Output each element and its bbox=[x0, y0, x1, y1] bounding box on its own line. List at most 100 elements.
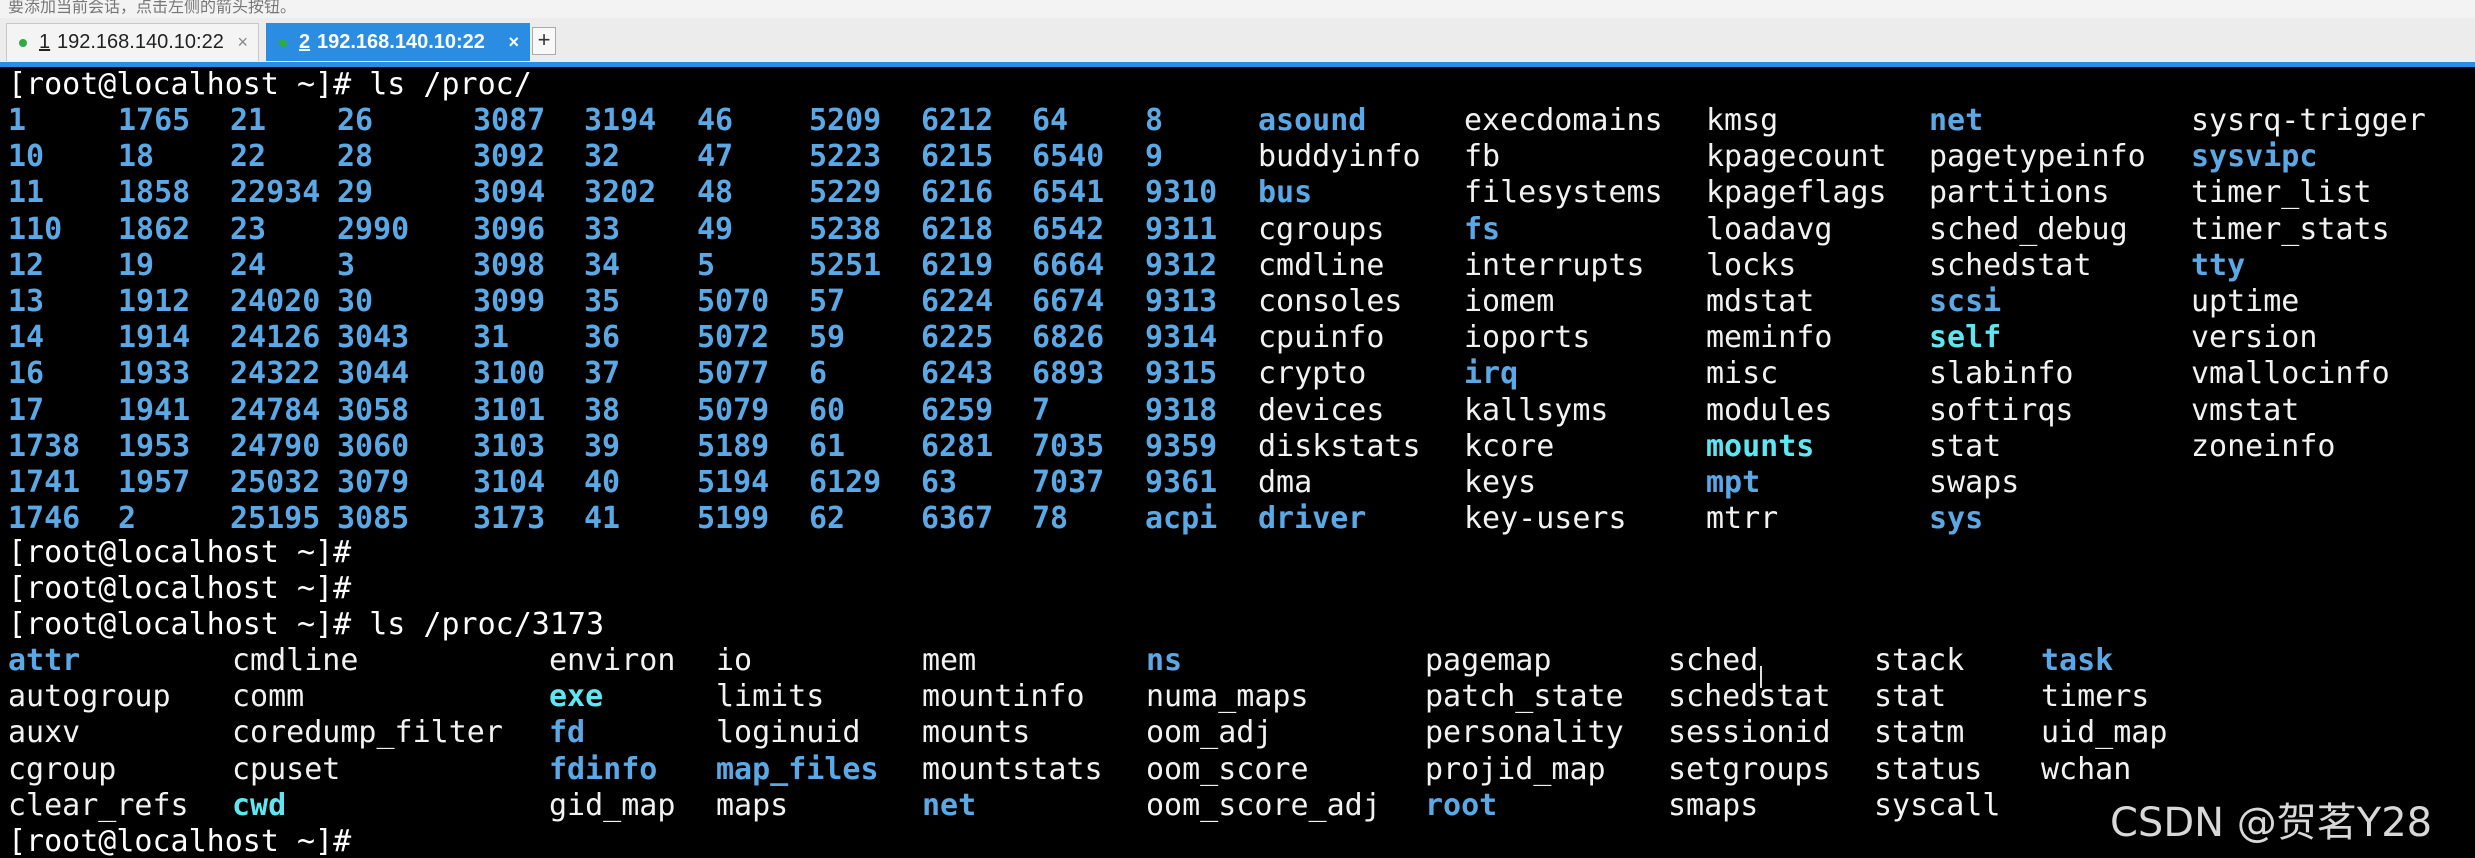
file-entry: mounts bbox=[1706, 428, 1815, 464]
file-entry: 5209 bbox=[809, 103, 882, 138]
file-entry: sysvipc bbox=[2191, 139, 2318, 175]
file-entry: environ bbox=[549, 643, 676, 678]
file-entry: buddyinfo bbox=[1258, 139, 1421, 175]
file-entry: 1765 bbox=[118, 103, 191, 138]
file-entry: projid_map bbox=[1425, 751, 1606, 787]
file-entry: schedstat bbox=[1668, 679, 1831, 715]
file-entry: 6259 bbox=[921, 392, 994, 428]
file-entry: crypto bbox=[1258, 356, 1367, 392]
file-entry: 30 bbox=[337, 284, 374, 319]
file-entry: execdomains bbox=[1464, 103, 1663, 138]
file-entry: mounts bbox=[922, 715, 1031, 751]
file-entry: cgroup bbox=[8, 751, 117, 787]
file-entry: 18 bbox=[118, 139, 155, 175]
file-entry: cpuset bbox=[232, 751, 341, 787]
file-entry: cwd bbox=[232, 787, 287, 823]
file-entry: 22934 bbox=[230, 175, 321, 211]
file-entry: driver bbox=[1258, 501, 1367, 537]
file-entry: 1 bbox=[8, 103, 27, 138]
file-entry: syscall bbox=[1874, 787, 2001, 823]
file-entry: 38 bbox=[584, 392, 621, 428]
file-entry: acpi bbox=[1145, 501, 1218, 537]
file-entry: 28 bbox=[337, 139, 374, 175]
file-entry: task bbox=[2041, 643, 2114, 678]
file-entry: 3058 bbox=[337, 392, 410, 428]
file-entry: 61 bbox=[809, 428, 846, 464]
file-entry: 25195 bbox=[230, 501, 321, 537]
file-entry: iomem bbox=[1464, 284, 1555, 319]
file-entry: 6826 bbox=[1032, 320, 1105, 356]
text-cursor-icon bbox=[1760, 666, 1762, 688]
file-entry: oom_adj bbox=[1146, 715, 1273, 751]
file-entry: timers bbox=[2041, 679, 2150, 715]
file-entry: 24322 bbox=[230, 356, 321, 392]
file-entry: fd bbox=[549, 715, 586, 751]
file-entry: 16 bbox=[8, 356, 45, 392]
file-entry: kcore bbox=[1464, 428, 1555, 464]
file-entry: dma bbox=[1258, 465, 1313, 500]
file-entry: loadavg bbox=[1706, 211, 1833, 247]
file-entry: 1941 bbox=[118, 392, 191, 428]
tab-number: 1 bbox=[39, 31, 51, 53]
file-entry: 5079 bbox=[697, 392, 770, 428]
file-entry: 24 bbox=[230, 247, 267, 283]
file-entry: 3103 bbox=[473, 428, 546, 464]
file-entry: diskstats bbox=[1258, 428, 1421, 464]
file-entry: 19 bbox=[118, 247, 155, 283]
file-entry: 7035 bbox=[1032, 428, 1105, 464]
tab-session-2-active[interactable]: 2 192.168.140.10:22 × bbox=[266, 23, 530, 61]
file-entry: 3096 bbox=[473, 211, 546, 247]
prompt-line: [root@localhost ~]# bbox=[8, 535, 352, 570]
file-entry: 24790 bbox=[230, 428, 321, 464]
file-entry: net bbox=[922, 787, 977, 823]
file-entry: net bbox=[1929, 103, 1984, 138]
file-entry: vmstat bbox=[2191, 392, 2300, 428]
file-entry: 37 bbox=[584, 356, 621, 392]
file-entry: 3094 bbox=[473, 175, 546, 211]
info-hint-text: 要添加当前会话，点击左侧的箭头按钮。 bbox=[8, 0, 297, 16]
file-entry: maps bbox=[716, 787, 789, 823]
terminal-output[interactable]: [root@localhost ~]# ls /proc/ 1 1765 21 26 3… bbox=[0, 67, 2475, 858]
file-entry: 3085 bbox=[337, 501, 410, 537]
file-entry: map_files bbox=[716, 751, 879, 787]
file-entry: status bbox=[1874, 751, 1983, 787]
file-entry: ns bbox=[1146, 643, 1183, 678]
file-entry: attr bbox=[8, 643, 81, 678]
file-entry: kpagecount bbox=[1706, 139, 1887, 175]
file-entry: 6219 bbox=[921, 247, 994, 283]
file-entry: modules bbox=[1706, 392, 1833, 428]
file-entry: 13 bbox=[8, 284, 45, 319]
file-entry: 6674 bbox=[1032, 284, 1105, 319]
file-entry: sysrq-trigger bbox=[2191, 103, 2426, 138]
add-tab-button[interactable]: + bbox=[532, 27, 556, 55]
close-tab-icon[interactable]: × bbox=[237, 24, 248, 60]
connected-status-icon bbox=[19, 39, 27, 47]
file-entry: 3100 bbox=[473, 356, 546, 392]
file-entry: 9310 bbox=[1145, 175, 1218, 211]
file-entry: comm bbox=[232, 679, 305, 715]
file-entry: 3098 bbox=[473, 247, 546, 283]
file-entry: 3079 bbox=[337, 465, 410, 500]
file-entry: 1953 bbox=[118, 428, 191, 464]
file-entry: 29 bbox=[337, 175, 374, 211]
file-entry: 1746 bbox=[8, 501, 81, 537]
file-entry: 41 bbox=[584, 501, 621, 537]
file-entry: sched_debug bbox=[1929, 211, 2128, 247]
file-entry: 49 bbox=[697, 211, 734, 247]
file-entry: timer_stats bbox=[2191, 211, 2390, 247]
file-entry: slabinfo bbox=[1929, 356, 2074, 392]
file-entry: cgroups bbox=[1258, 211, 1385, 247]
close-tab-icon[interactable]: × bbox=[508, 24, 519, 60]
file-entry: autogroup bbox=[8, 679, 171, 715]
file-entry: 21 bbox=[230, 103, 267, 138]
prompt-line: [root@localhost ~]# bbox=[8, 824, 352, 858]
file-entry: 22 bbox=[230, 139, 267, 175]
file-entry: 14 bbox=[8, 320, 45, 356]
tab-session-1[interactable]: 1 192.168.140.10:22 × bbox=[6, 23, 259, 61]
file-entry: 62 bbox=[809, 501, 846, 537]
file-entry: sys bbox=[1929, 501, 1984, 537]
file-entry: tty bbox=[2191, 247, 2246, 283]
file-entry: 64 bbox=[1032, 103, 1069, 138]
file-entry: 9359 bbox=[1145, 428, 1218, 464]
connected-status-icon bbox=[279, 39, 287, 47]
